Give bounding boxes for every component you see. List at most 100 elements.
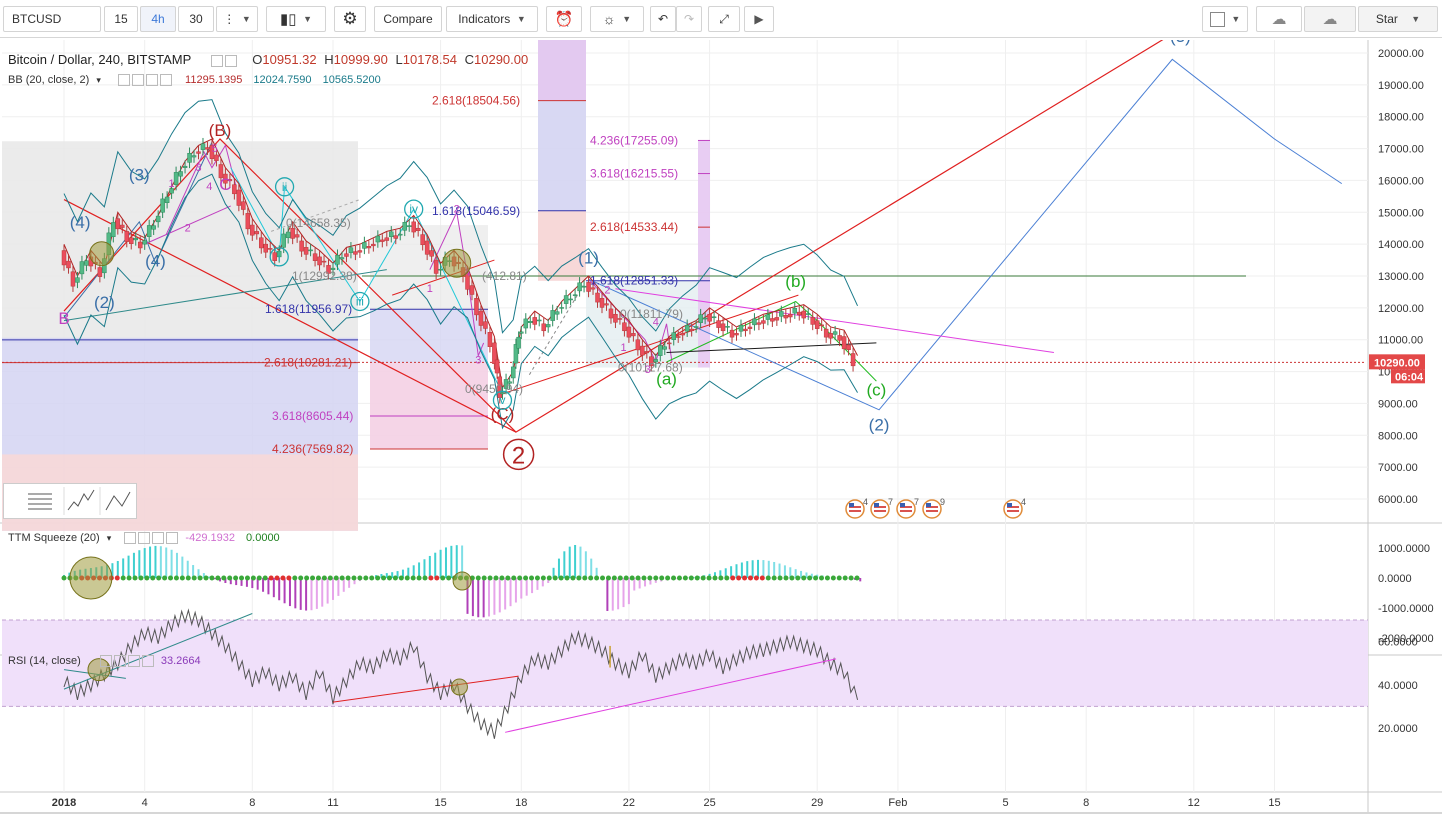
time-tick-label: 15: [1268, 797, 1280, 809]
candle-down: [729, 329, 735, 338]
gear-icon[interactable]: [131, 74, 144, 87]
flag-canton: [849, 503, 854, 507]
symbol-search-input[interactable]: BTCUSD: [3, 6, 101, 32]
low-label: L: [395, 52, 403, 67]
event-flag-icon: [870, 499, 890, 519]
candle-up: [572, 294, 578, 296]
price-tick-label: 12000.00: [1378, 303, 1424, 315]
bb-label: BB (20, close, 2): [8, 74, 90, 86]
chevron-down-icon[interactable]: ▾: [107, 533, 112, 543]
fullscreen-button[interactable]: ⤢: [708, 6, 740, 32]
price-tick-label: 19000.00: [1378, 80, 1424, 92]
symbol-title: Bitcoin / Dollar, 240, BITSTAMP: [8, 52, 192, 67]
candle-up: [335, 254, 340, 265]
layout-button[interactable]: ▼: [1202, 6, 1248, 32]
candle-down: [667, 342, 672, 345]
candle-down: [299, 240, 304, 252]
ttm-squeeze-dot: [256, 575, 262, 581]
candle-down: [294, 234, 300, 238]
elliott-impulse-icon[interactable]: [67, 489, 95, 511]
interval-15-button[interactable]: 15: [104, 6, 138, 32]
time-tick-label: 5: [1002, 797, 1008, 809]
candle-up: [662, 346, 668, 350]
price-chart[interactable]: 2.618(18504.56) 4.236(17255.09) 3.618(1621…: [0, 40, 1442, 812]
candle-down: [420, 234, 425, 246]
chevron-down-icon[interactable]: ▾: [96, 75, 101, 85]
copy-icon[interactable]: [152, 532, 165, 545]
fib-label: 4.236(17255.09): [590, 133, 678, 147]
interval-menu-button[interactable]: ⋮ ▼: [216, 6, 258, 32]
candle-up: [523, 318, 529, 329]
wave-label: (1): [578, 248, 599, 267]
ttm-squeeze-dot: [647, 575, 653, 581]
ttm-squeeze-dot: [286, 575, 292, 581]
candle-down: [819, 324, 824, 327]
ttm-squeeze-dot: [446, 575, 452, 581]
gear-icon[interactable]: [224, 54, 237, 67]
price-tick-label: 9000.00: [1378, 398, 1418, 410]
candle-up: [671, 332, 676, 340]
eye-icon[interactable]: [210, 54, 223, 67]
flag-canton: [900, 503, 905, 507]
candle-up: [528, 320, 533, 323]
highlight-circle: [450, 678, 468, 696]
star-button[interactable]: Star ▼: [1358, 6, 1438, 32]
settings-button[interactable]: ⚙: [334, 6, 366, 32]
candle-down: [371, 243, 376, 247]
ttm-squeeze-dot: [150, 575, 156, 581]
wave-label: C: [219, 175, 231, 194]
redo-button[interactable]: ↷: [676, 6, 702, 32]
gear-icon[interactable]: [138, 532, 151, 545]
compare-button[interactable]: Compare: [374, 6, 442, 32]
ttm-squeeze-dot: [357, 575, 363, 581]
ttm-squeeze-dot: [629, 575, 635, 581]
candle-up: [155, 215, 161, 223]
event-flag-icon: [1003, 499, 1023, 519]
undo-button[interactable]: ↶: [650, 6, 676, 32]
candle-down: [814, 320, 820, 329]
indicators-button[interactable]: Indicators ▼: [446, 6, 538, 32]
ttm-squeeze-dot: [665, 575, 671, 581]
ttm-squeeze-dot: [221, 575, 227, 581]
candle-down: [120, 224, 125, 228]
eye-icon[interactable]: [99, 655, 112, 668]
copy-icon[interactable]: [127, 655, 140, 668]
candle-down: [353, 251, 358, 255]
interval-30-button[interactable]: 30: [178, 6, 214, 32]
alert-button[interactable]: ⏰: [546, 6, 582, 32]
circled-wave-label: iv: [409, 202, 418, 216]
candle-up: [702, 317, 708, 320]
interval-4h-button[interactable]: 4h: [140, 6, 176, 32]
candle-up: [545, 324, 551, 328]
copy-icon[interactable]: [145, 74, 158, 87]
elliott-correction-icon[interactable]: [105, 491, 131, 511]
cloud-load-button[interactable]: ☁: [1256, 6, 1302, 32]
fib-label: 0(14658.35): [286, 216, 351, 230]
cloud-save-button[interactable]: ☁: [1304, 6, 1356, 32]
close-icon[interactable]: [159, 74, 172, 87]
close-icon[interactable]: [166, 532, 179, 545]
candle-down: [604, 303, 609, 306]
candle-down: [599, 298, 605, 308]
candle-down: [259, 237, 264, 249]
candle-down: [797, 311, 802, 316]
ttm-squeeze-dot: [215, 575, 221, 581]
time-tick-label: 11: [327, 797, 338, 809]
replay-button[interactable]: ▶: [744, 6, 774, 32]
ttm-squeeze-dot: [233, 575, 239, 581]
gear-icon[interactable]: [113, 655, 126, 668]
eye-icon[interactable]: [124, 532, 137, 545]
ideas-button[interactable]: ☼ ▼: [590, 6, 644, 32]
menu-lines-icon[interactable]: [28, 493, 52, 510]
event-count: 4: [863, 497, 868, 507]
ttm-squeeze-dot: [156, 575, 162, 581]
highlight-circle: [69, 556, 113, 600]
candle-up: [200, 143, 206, 150]
lightbulb-icon: ☼: [602, 11, 616, 27]
eye-icon[interactable]: [117, 74, 130, 87]
ttm-squeeze-dot: [310, 575, 316, 581]
candle-down: [595, 292, 600, 303]
close-icon[interactable]: [141, 655, 154, 668]
fib-label: 4.236(7569.82): [272, 442, 353, 456]
chart-type-button[interactable]: ▮▯ ▼: [266, 6, 326, 32]
